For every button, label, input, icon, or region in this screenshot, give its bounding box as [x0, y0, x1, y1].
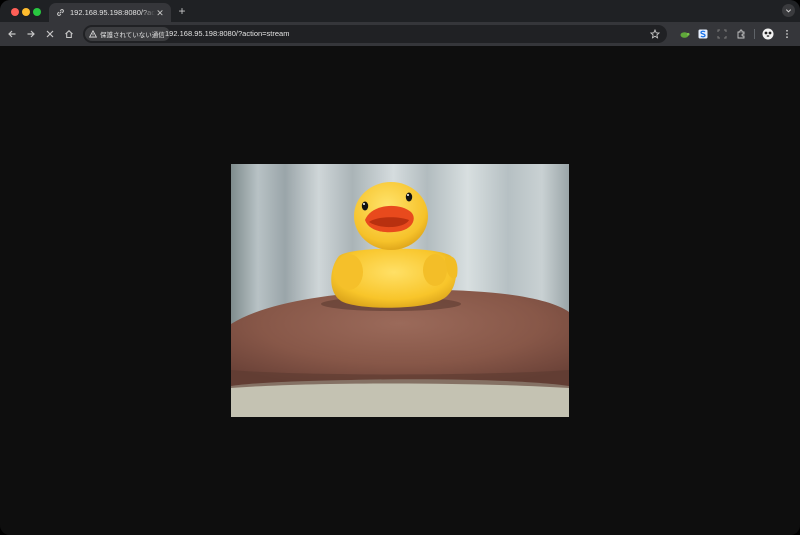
extensions-button[interactable] [734, 27, 748, 41]
page-content [0, 46, 800, 535]
home-button[interactable] [62, 27, 76, 41]
security-chip[interactable]: 保護されていない通信 [85, 27, 170, 41]
screenshot-icon [717, 29, 727, 39]
tab-strip: 192.168.95.198:8080/?action=stream ✕ + [0, 0, 800, 22]
browser-window: 192.168.95.198:8080/?action=stream ✕ + [0, 0, 800, 535]
bookmark-button[interactable] [649, 28, 661, 40]
toolbar-divider [754, 29, 755, 39]
extension-icon [737, 29, 745, 39]
menu-icon [786, 29, 788, 39]
tab-active[interactable]: 192.168.95.198:8080/?action=stream ✕ [49, 3, 171, 22]
profile-button[interactable] [761, 27, 775, 41]
arrow-right-icon [27, 30, 35, 38]
new-tab-button[interactable]: + [176, 5, 188, 17]
chevron-down-icon [785, 9, 792, 13]
stop-button[interactable] [43, 27, 57, 41]
menu-button[interactable] [780, 27, 794, 41]
url-text[interactable]: 192.168.95.198:8080/?action=stream [165, 29, 289, 38]
forward-button[interactable] [24, 27, 38, 41]
address-bar[interactable]: 保護されていない通信 192.168.95.198:8080/?action=s… [83, 25, 667, 43]
turtle-extension-icon [680, 31, 689, 38]
rubber-duck-photo [231, 164, 569, 417]
star-icon [650, 29, 660, 39]
s-extension-icon [698, 29, 708, 39]
extension-puzzle-green[interactable] [677, 27, 691, 41]
toolbar: 保護されていない通信 192.168.95.198:8080/?action=s… [0, 22, 800, 46]
minimize-window-button[interactable] [22, 8, 30, 16]
stream-image [231, 164, 569, 417]
tab-close-icon[interactable]: ✕ [155, 8, 165, 18]
close-window-button[interactable] [11, 8, 19, 16]
extension-s[interactable] [696, 27, 710, 41]
security-label: 保護されていない通信 [100, 32, 165, 39]
warning-icon [89, 30, 97, 38]
link-icon [55, 8, 65, 18]
tab-search-button[interactable] [782, 4, 795, 17]
back-button[interactable] [5, 27, 19, 41]
stop-icon [46, 30, 54, 38]
profile-icon [762, 28, 774, 40]
home-icon [65, 30, 73, 39]
extension-screenshot[interactable] [715, 27, 729, 41]
zoom-window-button[interactable] [33, 8, 41, 16]
tab-title: 192.168.95.198:8080/?action=stream [70, 8, 155, 17]
arrow-left-icon [8, 30, 16, 38]
